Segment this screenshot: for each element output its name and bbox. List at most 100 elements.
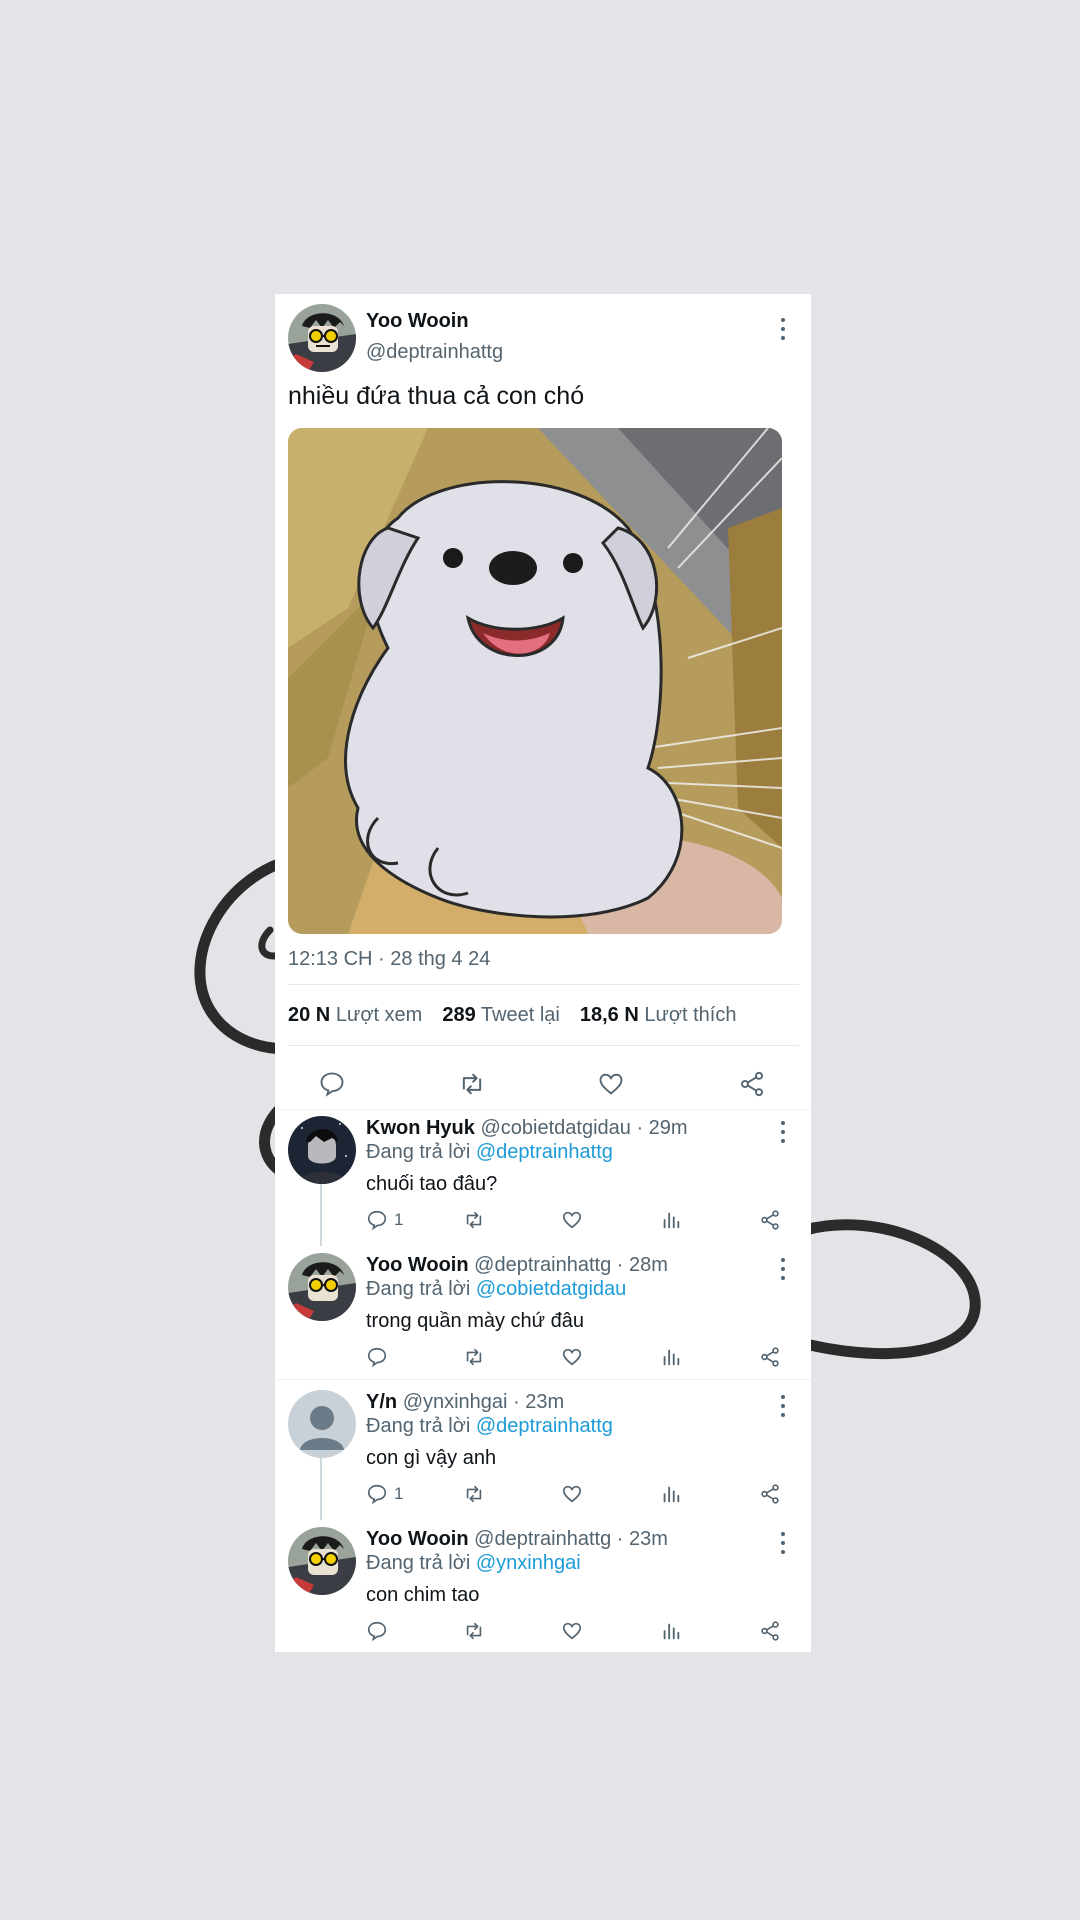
replying-to-prefix: Đang trả lời xyxy=(366,1552,471,1574)
reply-avatar[interactable] xyxy=(288,1390,356,1458)
reply-avatar[interactable] xyxy=(288,1116,356,1184)
heart-icon xyxy=(562,1348,582,1366)
author-handle[interactable]: @deptrainhattg xyxy=(366,341,503,364)
reply-avatar[interactable] xyxy=(288,1527,356,1595)
reply-count: 1 xyxy=(394,1210,404,1229)
share-icon xyxy=(761,1621,779,1641)
reply-button[interactable] xyxy=(366,1620,394,1642)
divider xyxy=(288,1045,799,1046)
section-separator xyxy=(275,1379,811,1380)
more-options-icon[interactable] xyxy=(780,1121,786,1143)
mention-link[interactable]: @deptrainhattg xyxy=(476,1415,613,1437)
reply-action-bar: 1 xyxy=(275,1483,811,1523)
share-button[interactable] xyxy=(738,1070,766,1098)
reply-button[interactable]: 1 xyxy=(366,1483,403,1505)
reply-meta: Yoo Wooin @deptrainhattg · 23m xyxy=(366,1528,668,1551)
reply-avatar[interactable] xyxy=(288,1253,356,1321)
reply-meta: Y/n @ynxinhgai · 23m xyxy=(366,1391,564,1414)
likes-stat[interactable]: 18,6 N Lượt thích xyxy=(580,1004,737,1027)
retweet-icon xyxy=(466,1485,482,1503)
more-options-icon[interactable] xyxy=(780,1258,786,1280)
retweet-icon xyxy=(466,1622,482,1640)
views-count: 20 N xyxy=(288,1004,331,1026)
more-options-icon[interactable] xyxy=(780,1532,786,1554)
reply-button[interactable]: 1 xyxy=(366,1209,403,1231)
tweet-card: Yoo Wooin @deptrainhattg nhiều đứa thua … xyxy=(275,294,811,1652)
retweets-count: 289 xyxy=(442,1004,476,1026)
bar-chart-icon xyxy=(663,1623,680,1640)
reply-author-handle[interactable]: @deptrainhattg xyxy=(474,1254,611,1276)
retweet-icon xyxy=(462,1073,482,1095)
views-button[interactable] xyxy=(660,1346,682,1368)
heart-icon xyxy=(562,1211,582,1229)
reply-time: · 23m xyxy=(616,1528,668,1550)
section-separator xyxy=(275,1109,811,1110)
retweet-button[interactable] xyxy=(462,1483,486,1505)
replying-to: Đang trả lời @ynxinhgai xyxy=(366,1552,581,1575)
reply-author-handle[interactable]: @ynxinhgai xyxy=(403,1391,508,1413)
like-button[interactable] xyxy=(561,1620,583,1642)
reply-count: 1 xyxy=(394,1484,404,1503)
mention-link[interactable]: @cobietdatgidau xyxy=(476,1278,626,1300)
share-icon xyxy=(761,1347,779,1367)
share-button[interactable] xyxy=(759,1483,781,1505)
reply-text: con gì vậy anh xyxy=(366,1447,497,1469)
mention-link[interactable]: @ynxinhgai xyxy=(476,1552,581,1574)
reply-button[interactable] xyxy=(366,1346,394,1368)
views-button[interactable] xyxy=(660,1209,682,1231)
share-button[interactable] xyxy=(759,1346,781,1368)
retweet-button[interactable] xyxy=(457,1070,487,1098)
cartoon-face-avatar-icon xyxy=(288,304,356,372)
reply-button[interactable] xyxy=(318,1070,346,1098)
replying-to: Đang trả lời @deptrainhattg xyxy=(366,1141,613,1164)
views-label: Lượt xem xyxy=(335,1004,423,1026)
retweet-button[interactable] xyxy=(462,1346,486,1368)
reply-text: trong quần mày chứ đâu xyxy=(366,1310,584,1332)
views-button[interactable] xyxy=(660,1483,682,1505)
retweet-button[interactable] xyxy=(462,1209,486,1231)
reply-author-name[interactable]: Yoo Wooin xyxy=(366,1254,469,1276)
share-button[interactable] xyxy=(759,1209,781,1231)
reply-time: · 23m xyxy=(513,1391,565,1413)
share-button[interactable] xyxy=(759,1620,781,1642)
reply-text: con chim tao xyxy=(366,1584,480,1606)
cartoon-face-avatar-icon xyxy=(288,1527,356,1595)
reply-author-name[interactable]: Yoo Wooin xyxy=(366,1528,469,1550)
retweets-label: Tweet lại xyxy=(480,1004,560,1026)
engagement-stats: 20 N Lượt xem 289 Tweet lại 18,6 N Lượt … xyxy=(288,1004,756,1027)
retweet-icon xyxy=(466,1348,482,1366)
views-button[interactable] xyxy=(660,1620,682,1642)
comment-icon xyxy=(367,1484,387,1505)
reply-author-handle[interactable]: @deptrainhattg xyxy=(474,1528,611,1550)
comment-icon xyxy=(367,1347,387,1368)
reply-author-name[interactable]: Kwon Hyuk xyxy=(366,1117,475,1139)
reply-meta: Kwon Hyuk @cobietdatgidau · 29m xyxy=(366,1117,688,1140)
more-options-icon[interactable] xyxy=(780,318,786,340)
reply-author-name[interactable]: Y/n xyxy=(366,1391,397,1413)
author-name[interactable]: Yoo Wooin xyxy=(366,310,469,333)
tweet-timestamp[interactable]: 12:13 CH · 28 thg 4 24 xyxy=(288,948,490,971)
like-button[interactable] xyxy=(561,1483,583,1505)
retweet-button[interactable] xyxy=(462,1620,486,1642)
retweets-stat[interactable]: 289 Tweet lại xyxy=(442,1004,560,1027)
replying-to-prefix: Đang trả lời xyxy=(366,1141,471,1163)
like-button[interactable] xyxy=(561,1209,583,1231)
replying-to: Đang trả lời @cobietdatgidau xyxy=(366,1278,626,1301)
share-icon xyxy=(761,1484,779,1504)
like-button[interactable] xyxy=(561,1346,583,1368)
heart-icon xyxy=(599,1073,623,1095)
tweet-media-image[interactable] xyxy=(288,428,782,934)
author-avatar[interactable] xyxy=(288,304,356,372)
heart-icon xyxy=(562,1622,582,1640)
divider xyxy=(288,984,799,985)
replying-to-prefix: Đang trả lời xyxy=(366,1415,471,1437)
dark-portrait-avatar-icon xyxy=(288,1116,356,1184)
mention-link[interactable]: @deptrainhattg xyxy=(476,1141,613,1163)
likes-count: 18,6 N xyxy=(579,1004,639,1026)
views-stat[interactable]: 20 N Lượt xem xyxy=(288,1004,422,1027)
more-options-icon[interactable] xyxy=(780,1395,786,1417)
like-button[interactable] xyxy=(597,1070,625,1098)
reply-author-handle[interactable]: @cobietdatgidau xyxy=(480,1117,630,1139)
reply-meta: Yoo Wooin @deptrainhattg · 28m xyxy=(366,1254,668,1277)
bar-chart-icon xyxy=(663,1212,680,1229)
